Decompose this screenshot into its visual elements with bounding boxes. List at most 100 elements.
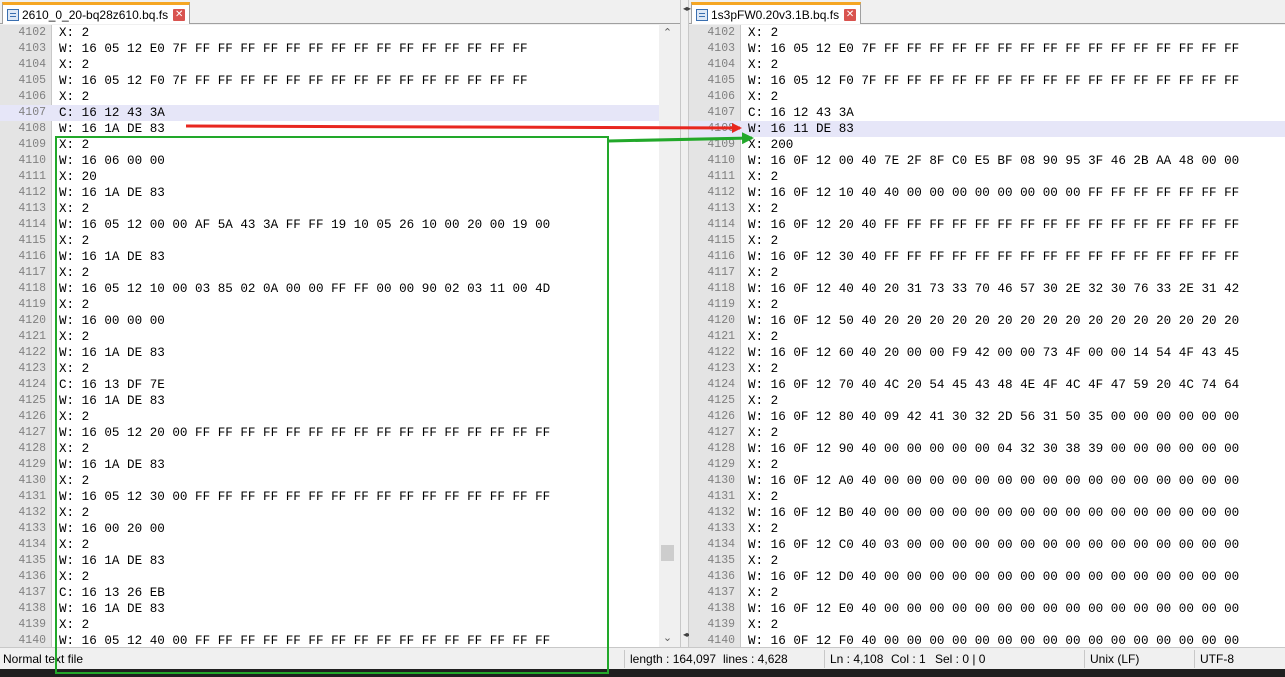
text-line[interactable]: 4104 X: 2 [689, 57, 1285, 73]
text-line[interactable]: 4110 W: 16 0F 12 00 40 7E 2F 8F C0 E5 BF … [689, 153, 1285, 169]
text-line[interactable]: 4138 W: 16 1A DE 83 [0, 601, 659, 617]
text-line[interactable]: 4114 W: 16 0F 12 20 40 FF FF FF FF FF FF … [689, 217, 1285, 233]
text-line[interactable]: 4139 X: 2 [0, 617, 659, 633]
text-line[interactable]: 4114 W: 16 05 12 00 00 AF 5A 43 3A FF FF … [0, 217, 659, 233]
text-line[interactable]: 4115 X: 2 [689, 233, 1285, 249]
line-text: W: 16 1A DE 83 [59, 602, 165, 616]
text-line[interactable]: 4111 X: 2 [689, 169, 1285, 185]
line-text: X: 2 [748, 522, 779, 536]
text-line[interactable]: 4137 C: 16 13 26 EB [0, 585, 659, 601]
text-line[interactable]: 4132 X: 2 [0, 505, 659, 521]
text-line[interactable]: 4108 W: 16 11 DE 83 [689, 121, 1285, 137]
text-line[interactable]: 4126 X: 2 [0, 409, 659, 425]
text-line[interactable]: 4107 C: 16 12 43 3A [0, 105, 659, 121]
close-icon[interactable]: ✕ [844, 8, 857, 21]
text-line[interactable]: 4119 X: 2 [0, 297, 659, 313]
text-line[interactable]: 4115 X: 2 [0, 233, 659, 249]
line-text: W: 16 05 12 20 00 FF FF FF FF FF FF FF F… [59, 426, 551, 440]
text-line[interactable]: 4103 W: 16 05 12 E0 7F FF FF FF FF FF FF … [0, 41, 659, 57]
text-line[interactable]: 4111 X: 20 [0, 169, 659, 185]
text-line[interactable]: 4125 W: 16 1A DE 83 [0, 393, 659, 409]
text-line[interactable]: 4118 W: 16 0F 12 40 40 20 31 73 33 70 46 … [689, 281, 1285, 297]
line-text: X: 2 [59, 474, 90, 488]
line-text: X: 2 [59, 570, 90, 584]
left-file-tab[interactable]: 2610_0_20-bq28z610.bq.fs ✕ [2, 2, 191, 24]
text-line[interactable]: 4120 W: 16 0F 12 50 40 20 20 20 20 20 20 … [689, 313, 1285, 329]
text-line[interactable]: 4102 X: 2 [689, 25, 1285, 41]
text-line[interactable]: 4106 X: 2 [689, 89, 1285, 105]
text-line[interactable]: 4113 X: 2 [689, 201, 1285, 217]
text-line[interactable]: 4135 X: 2 [689, 553, 1285, 569]
line-text: X: 2 [748, 490, 779, 504]
text-line[interactable]: 4118 W: 16 05 12 10 00 03 85 02 0A 00 00 … [0, 281, 659, 297]
text-line[interactable]: 4130 W: 16 0F 12 A0 40 00 00 00 00 00 00 … [689, 473, 1285, 489]
text-line[interactable]: 4135 W: 16 1A DE 83 [0, 553, 659, 569]
text-line[interactable]: 4123 X: 2 [689, 361, 1285, 377]
text-line[interactable]: 4102 X: 2 [0, 25, 659, 41]
text-line[interactable]: 4131 X: 2 [689, 489, 1285, 505]
scrollbar-thumb[interactable] [661, 545, 674, 562]
text-line[interactable]: 4133 X: 2 [689, 521, 1285, 537]
text-line[interactable]: 4126 W: 16 0F 12 80 40 09 42 41 30 32 2D … [689, 409, 1285, 425]
text-line[interactable]: 4129 W: 16 1A DE 83 [0, 457, 659, 473]
text-line[interactable]: 4110 W: 16 06 00 00 [0, 153, 659, 169]
text-line[interactable]: 4123 X: 2 [0, 361, 659, 377]
text-line[interactable]: 4105 W: 16 05 12 F0 7F FF FF FF FF FF FF … [689, 73, 1285, 89]
text-line[interactable]: 4134 W: 16 0F 12 C0 40 03 00 00 00 00 00 … [689, 537, 1285, 553]
left-vertical-scrollbar[interactable]: ⌃ ⌄ [659, 25, 676, 647]
text-line[interactable]: 4122 W: 16 0F 12 60 40 20 00 00 F9 42 00 … [689, 345, 1285, 361]
text-line[interactable]: 4125 X: 2 [689, 393, 1285, 409]
text-line[interactable]: 4140 W: 16 0F 12 F0 40 00 00 00 00 00 00 … [689, 633, 1285, 647]
text-line[interactable]: 4116 W: 16 1A DE 83 [0, 249, 659, 265]
right-file-tab[interactable]: 1s3pFW0.20v3.1B.bq.fs ✕ [691, 2, 862, 24]
text-line[interactable]: 4136 W: 16 0F 12 D0 40 00 00 00 00 00 00 … [689, 569, 1285, 585]
right-editor[interactable]: 4102 X: 2 4103 W: 16 05 12 E0 7F FF FF FF F… [689, 25, 1285, 647]
text-line[interactable]: 4124 C: 16 13 DF 7E [0, 377, 659, 393]
left-editor[interactable]: 4102 X: 2 4103 W: 16 05 12 E0 7F FF FF FF F… [0, 25, 659, 647]
line-text: X: 2 [748, 458, 779, 472]
text-line[interactable]: 4109 X: 200 [689, 137, 1285, 153]
text-line[interactable]: 4128 W: 16 0F 12 90 40 00 00 00 00 00 04 … [689, 441, 1285, 457]
text-line[interactable]: 4137 X: 2 [689, 585, 1285, 601]
text-line[interactable]: 4107 C: 16 12 43 3A [689, 105, 1285, 121]
text-line[interactable]: 4116 W: 16 0F 12 30 40 FF FF FF FF FF FF … [689, 249, 1285, 265]
text-line[interactable]: 4136 X: 2 [0, 569, 659, 585]
chevron-down-icon[interactable]: ⌄ [659, 630, 676, 647]
encoding-label[interactable]: UTF-8 [1200, 652, 1234, 666]
text-line[interactable]: 4127 W: 16 05 12 20 00 FF FF FF FF FF FF … [0, 425, 659, 441]
text-line[interactable]: 4117 X: 2 [0, 265, 659, 281]
text-line[interactable]: 4139 X: 2 [689, 617, 1285, 633]
text-line[interactable]: 4119 X: 2 [689, 297, 1285, 313]
text-line[interactable]: 4103 W: 16 05 12 E0 7F FF FF FF FF FF FF … [689, 41, 1285, 57]
text-line[interactable]: 4117 X: 2 [689, 265, 1285, 281]
text-line[interactable]: 4128 X: 2 [0, 441, 659, 457]
text-line[interactable]: 4122 W: 16 1A DE 83 [0, 345, 659, 361]
text-line[interactable]: 4134 X: 2 [0, 537, 659, 553]
text-line[interactable]: 4113 X: 2 [0, 201, 659, 217]
text-line[interactable]: 4131 W: 16 05 12 30 00 FF FF FF FF FF FF … [0, 489, 659, 505]
text-line[interactable]: 4104 X: 2 [0, 57, 659, 73]
text-line[interactable]: 4140 W: 16 05 12 40 00 FF FF FF FF FF FF … [0, 633, 659, 647]
close-icon[interactable]: ✕ [173, 8, 186, 21]
text-line[interactable]: 4112 W: 16 0F 12 10 40 40 00 00 00 00 00 … [689, 185, 1285, 201]
text-line[interactable]: 4127 X: 2 [689, 425, 1285, 441]
text-line[interactable]: 4108 W: 16 1A DE 83 [0, 121, 659, 137]
text-line[interactable]: 4105 W: 16 05 12 F0 7F FF FF FF FF FF FF … [0, 73, 659, 89]
text-line[interactable]: 4124 W: 16 0F 12 70 40 4C 20 54 45 43 48 … [689, 377, 1285, 393]
text-line[interactable]: 4138 W: 16 0F 12 E0 40 00 00 00 00 00 00 … [689, 601, 1285, 617]
eol-format-label[interactable]: Unix (LF) [1090, 652, 1139, 666]
text-line[interactable]: 4121 X: 2 [689, 329, 1285, 345]
text-line[interactable]: 4109 X: 2 [0, 137, 659, 153]
text-line[interactable]: 4130 X: 2 [0, 473, 659, 489]
line-number: 4134 [707, 538, 735, 551]
view-splitter[interactable]: ◂▸ ◂▸ [680, 0, 691, 647]
text-line[interactable]: 4121 X: 2 [0, 329, 659, 345]
text-line[interactable]: 4129 X: 2 [689, 457, 1285, 473]
text-line[interactable]: 4132 W: 16 0F 12 B0 40 00 00 00 00 00 00 … [689, 505, 1285, 521]
text-line[interactable]: 4120 W: 16 00 00 00 [0, 313, 659, 329]
line-number: 4140 [18, 634, 46, 647]
text-line[interactable]: 4133 W: 16 00 20 00 [0, 521, 659, 537]
text-line[interactable]: 4112 W: 16 1A DE 83 [0, 185, 659, 201]
chevron-up-icon[interactable]: ⌃ [659, 25, 676, 42]
text-line[interactable]: 4106 X: 2 [0, 89, 659, 105]
